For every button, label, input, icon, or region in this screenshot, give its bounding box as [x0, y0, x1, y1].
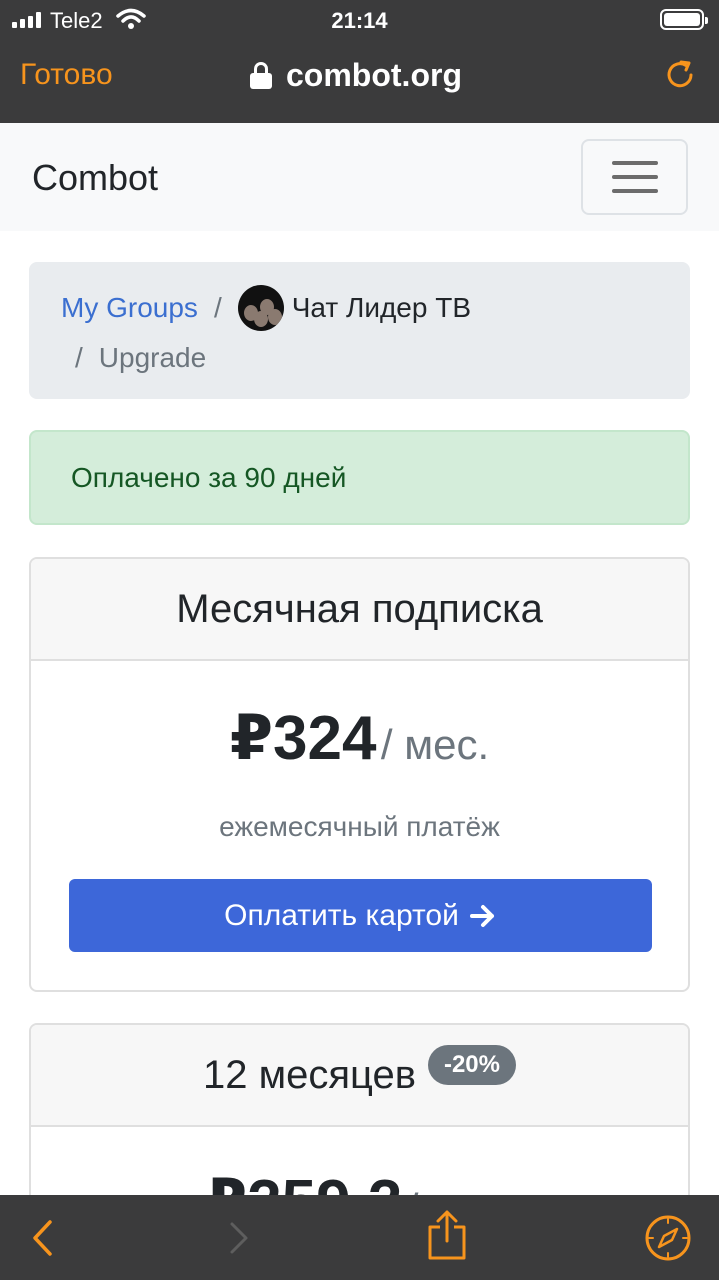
payment-status-alert: Оплачено за 90 дней: [29, 430, 690, 525]
plan-title-row: 12 месяцев -20%: [31, 1025, 688, 1127]
battery-icon: [660, 9, 708, 30]
breadcrumb-separator: /: [213, 292, 222, 323]
address-bar[interactable]: combot.org: [250, 57, 462, 94]
price-period: / мес.: [380, 721, 490, 768]
breadcrumb-current: Upgrade: [98, 342, 207, 373]
pay-by-card-button[interactable]: Оплатить картой: [69, 879, 652, 952]
plan-price: ₽324 / мес.: [31, 701, 688, 774]
alert-text: Оплачено за 90 дней: [71, 461, 347, 493]
group-avatar: [237, 285, 284, 331]
done-button[interactable]: Готово: [20, 58, 113, 92]
breadcrumb-my-groups[interactable]: My Groups: [61, 292, 198, 324]
status-bar: Tele2 21:14: [0, 0, 719, 40]
compass-icon[interactable]: [644, 1214, 692, 1262]
price-amount: ₽324: [229, 704, 377, 773]
browser-chrome: Tele2 21:14 Готово combot.org: [0, 0, 719, 123]
lock-icon: [250, 61, 272, 90]
plan-card-monthly: Месячная подписка ₽324 / мес. ежемесячны…: [29, 557, 690, 992]
plan-note: ежемесячный платёж: [219, 811, 500, 842]
hamburger-icon: [611, 161, 658, 165]
arrow-right-icon: [469, 904, 494, 927]
menu-toggle-button[interactable]: [581, 139, 688, 215]
browser-toolbar: [0, 1195, 719, 1280]
breadcrumb-group[interactable]: Чат Лидер ТВ: [292, 292, 471, 324]
plan-title: Месячная подписка: [31, 559, 688, 661]
forward-icon[interactable]: [228, 1221, 250, 1255]
url-text: combot.org: [286, 57, 462, 93]
discount-badge: -20%: [427, 1045, 516, 1085]
site-brand[interactable]: Combot: [32, 157, 158, 199]
back-icon[interactable]: [30, 1219, 54, 1257]
pay-button-label: Оплатить картой: [224, 898, 459, 932]
reload-icon[interactable]: [664, 58, 698, 92]
share-icon[interactable]: [426, 1209, 468, 1261]
breadcrumb-separator: /: [75, 342, 83, 373]
plan-title: 12 месяцев: [203, 1052, 416, 1097]
breadcrumb: My Groups / Чат Лидер ТВ / Upgrade: [29, 262, 690, 399]
status-time: 21:14: [331, 8, 388, 33]
site-navbar: Combot: [0, 123, 719, 231]
